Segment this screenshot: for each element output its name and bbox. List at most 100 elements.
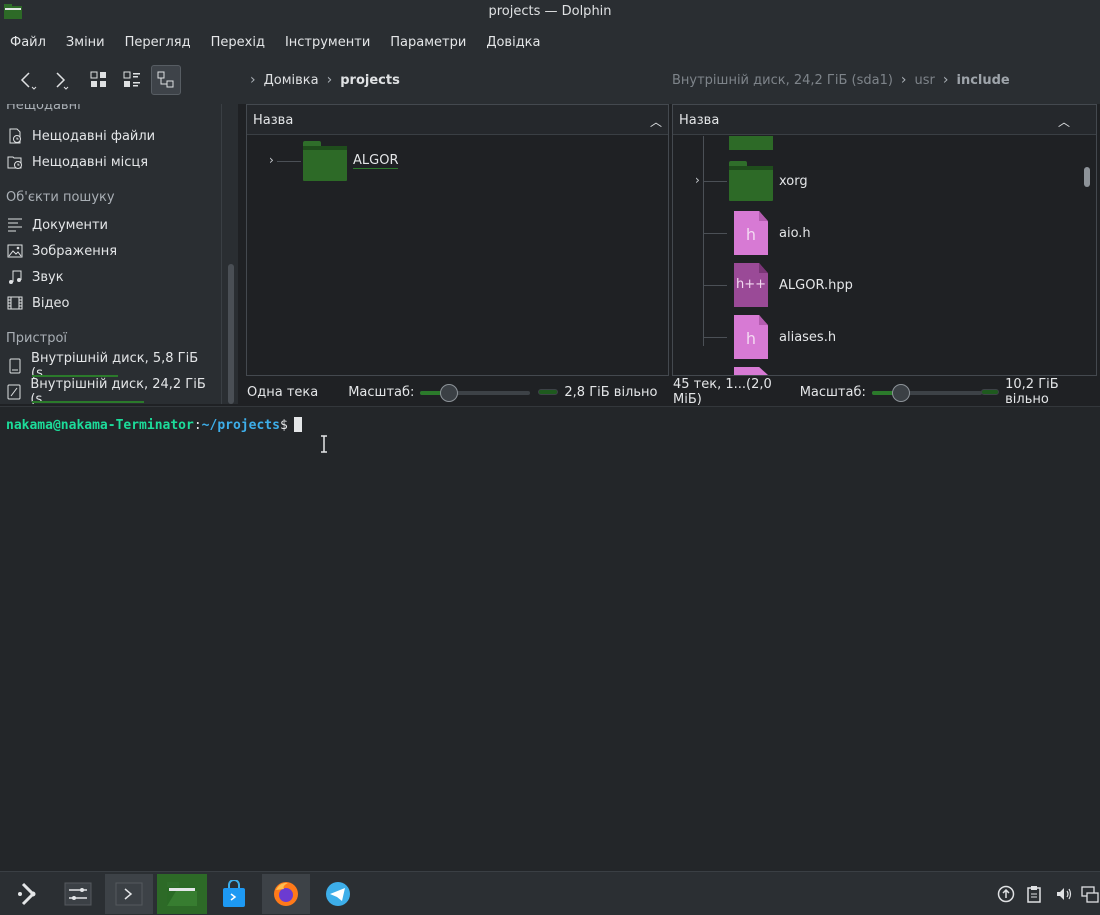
list-item[interactable]: h aliases.h [734,315,836,359]
tree-connector [703,181,727,182]
network-wired-icon [1081,886,1099,903]
sidebar-item-disk-2[interactable]: Внутрішній диск, 24,2 ГіБ (s... [6,377,216,404]
prompt-separator: : [193,418,202,433]
mouse-ibeam-cursor-icon [321,435,327,453]
breadcrumb-right: Внутрішній диск, 24,2 ГіБ (sda1) › usr ›… [672,72,1010,88]
terminal-prompt: nakama@nakama-Terminator:~/projects$ [6,417,302,433]
tray-clipboard[interactable] [1024,884,1044,904]
column-header[interactable]: Назва ︿ [247,105,668,135]
menu-edit[interactable]: Зміни [56,35,115,50]
sidebar-item-recent-files[interactable]: Нещодавні файли [6,125,216,147]
cpp-header-file-icon: h++ [734,263,768,307]
terminal-panel[interactable]: nakama@nakama-Terminator:~/projects$ [0,406,1100,871]
breadcrumb-current[interactable]: include [957,73,1010,88]
slider-handle[interactable] [891,384,910,402]
list-item[interactable]: h aio.h [734,211,811,255]
places-sidebar: Нещодавні Нещодавні файли Нещодавні місц… [0,104,238,404]
task-firefox[interactable] [262,874,310,914]
zoom-slider[interactable] [871,382,982,402]
sidebar-item-label: Внутрішній диск, 24,2 ГіБ (s... [30,377,206,404]
column-header[interactable]: Назва ︿ [673,105,1096,135]
app-launcher-button[interactable] [4,874,52,914]
music-icon [9,270,22,284]
task-discover[interactable] [210,874,258,914]
tray-network[interactable] [1080,884,1100,904]
sidebar-scrollbar[interactable] [228,264,234,404]
menu-help[interactable]: Довідка [476,35,550,50]
right-status-bar: 45 тек, 1...(2,0 МіБ) Масштаб: 10,2 ГіБ … [673,377,1098,407]
images-icon [7,244,23,258]
menu-go[interactable]: Перехід [201,35,275,50]
details-view-icon [157,71,174,88]
tree-connector [703,136,704,346]
menu-file[interactable]: Файл [0,35,56,50]
toolbar: › Домівка › projects Внутрішній диск, 24… [0,58,1100,104]
text-cursor [293,417,302,432]
breadcrumb-disk[interactable]: Внутрішній диск, 24,2 ГіБ (sda1) [672,73,893,88]
menu-view[interactable]: Перегляд [115,35,201,50]
breadcrumb-chevron-icon: › [942,72,949,88]
pane-scrollbar[interactable] [1084,167,1090,187]
task-terminal[interactable] [105,874,153,914]
sidebar-item-documents[interactable]: Документи [6,214,216,236]
compact-view-button[interactable] [117,65,147,95]
icons-view-button[interactable] [84,65,114,95]
back-arrow-icon [20,72,37,90]
task-dolphin[interactable] [157,874,207,914]
expand-arrow-icon[interactable]: › [269,153,274,167]
list-item[interactable]: h++ ALGOR.hpp [734,263,853,307]
status-text: 45 тек, 1...(2,0 МіБ) [673,377,772,407]
task-system-settings[interactable] [54,874,102,914]
free-space-bar [980,389,1000,395]
sidebar-item-video[interactable]: Відео [6,292,216,314]
sidebar-item-recent-places[interactable]: Нещодавні місця [6,151,216,173]
tree-connector [277,161,301,162]
menu-tools[interactable]: Інструменти [275,35,380,50]
zoom-slider[interactable] [420,382,531,402]
sort-ascending-icon[interactable]: ︿ [1058,113,1070,130]
list-item[interactable]: xorg [729,161,808,201]
file-name: aliases.h [779,329,837,345]
status-text: Одна тека [247,384,319,400]
launcher-icon [18,882,36,906]
prompt-symbol: $ [279,418,288,433]
sidebar-item-audio[interactable]: Звук [6,266,216,288]
breadcrumb-home[interactable]: Домівка [264,73,319,88]
store-bag-icon [223,880,245,907]
task-telegram[interactable] [314,874,362,914]
sort-ascending-icon[interactable]: ︿ [650,113,662,130]
folder-icon [729,161,773,201]
left-file-pane[interactable]: Назва ︿ › ALGOR [246,104,669,376]
sidebar-item-label: Нещодавні місця [32,154,149,170]
tray-volume[interactable] [1054,884,1074,904]
tree-connector [703,337,727,338]
file-name: ALGOR [353,153,399,169]
grid-view-icon [90,71,106,87]
terminal-icon [115,882,143,906]
sidebar-item-images[interactable]: Зображення [6,240,216,262]
tree-connector [703,285,727,286]
clipboard-icon [1027,886,1041,903]
menu-settings[interactable]: Параметри [380,35,476,50]
sidebar-item-label: Документи [32,217,108,233]
expand-arrow-icon[interactable]: › [695,173,700,187]
sidebar-item-disk-1[interactable]: Внутрішній диск, 5,8 ГіБ (s... [6,351,216,381]
sidebar-divider [221,104,222,404]
breadcrumb-current[interactable]: projects [340,73,400,88]
details-view-button[interactable] [151,65,181,95]
sidebar-item-label: Звук [32,269,64,285]
breadcrumb-usr[interactable]: usr [915,73,935,88]
slider-handle[interactable] [440,384,459,402]
list-item[interactable]: ALGOR [303,141,399,181]
right-file-pane[interactable]: Назва ︿ › xorg h aio.h h++ ALGOR.hpp h a… [672,104,1097,376]
section-search: Об'єкти пошуку [6,190,115,205]
forward-button[interactable] [44,65,74,95]
tray-updates[interactable] [996,884,1016,904]
free-space-text: 2,8 ГіБ вільно [564,384,658,400]
forward-arrow-icon [56,72,69,90]
file-name: xorg [779,173,808,189]
documents-icon [8,218,22,232]
c-header-file-icon: h [734,211,768,255]
back-button[interactable] [12,65,42,95]
recent-places-icon [7,156,22,169]
